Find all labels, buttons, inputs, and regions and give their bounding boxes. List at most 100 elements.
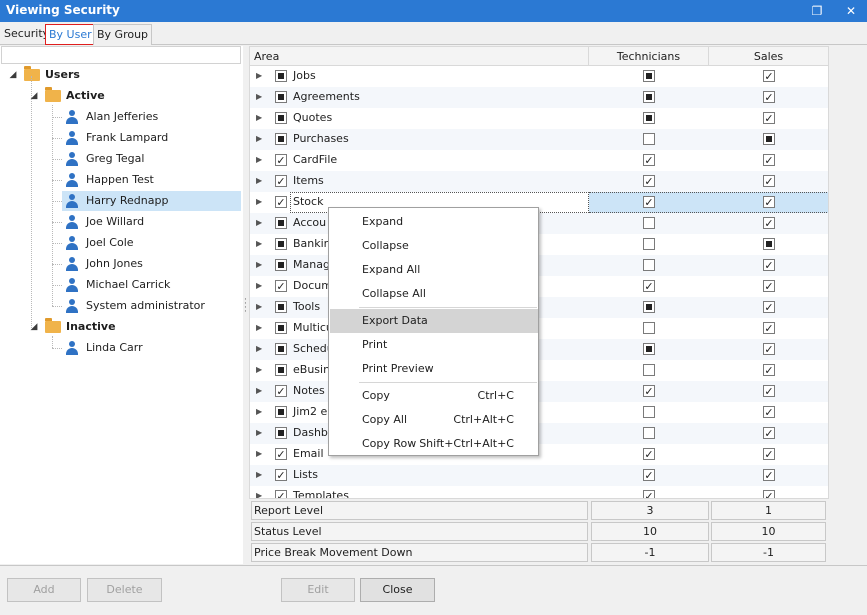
- tree-node-users[interactable]: ◢ Users: [0, 65, 243, 85]
- technicians-checkbox[interactable]: [643, 112, 655, 124]
- technicians-checkbox[interactable]: [643, 301, 655, 313]
- area-checkbox[interactable]: [275, 385, 287, 397]
- technicians-checkbox[interactable]: [643, 217, 655, 229]
- tree-node-user[interactable]: John Jones: [62, 254, 243, 274]
- menu-item-copy-row[interactable]: Copy Row Shift+Ctrl+Alt+C: [330, 432, 538, 456]
- menu-item-collapse-all[interactable]: Collapse All: [330, 282, 538, 306]
- collapse-triangle-icon[interactable]: ◢: [8, 65, 18, 85]
- area-checkbox[interactable]: [275, 322, 287, 334]
- area-checkbox[interactable]: [275, 343, 287, 355]
- expand-arrow-icon[interactable]: ▶: [256, 365, 262, 374]
- column-header-sales[interactable]: Sales: [709, 47, 828, 66]
- sales-checkbox[interactable]: [763, 133, 775, 145]
- sales-checkbox[interactable]: [763, 364, 775, 376]
- sales-checkbox[interactable]: [763, 259, 775, 271]
- close-icon[interactable]: ✕: [842, 2, 860, 20]
- technicians-checkbox[interactable]: [643, 280, 655, 292]
- sales-checkbox[interactable]: [763, 406, 775, 418]
- technicians-checkbox[interactable]: [643, 259, 655, 271]
- grid-row[interactable]: ▶ Jobs: [250, 66, 828, 87]
- area-checkbox[interactable]: [275, 427, 287, 439]
- expand-arrow-icon[interactable]: ▶: [256, 71, 262, 80]
- sales-checkbox[interactable]: [763, 154, 775, 166]
- area-checkbox[interactable]: [275, 280, 287, 292]
- technicians-level-value[interactable]: 3: [591, 501, 709, 520]
- expand-arrow-icon[interactable]: ▶: [256, 218, 262, 227]
- menu-item-copy-all[interactable]: Copy All Ctrl+Alt+C: [330, 408, 538, 432]
- area-checkbox[interactable]: [275, 469, 287, 481]
- expand-arrow-icon[interactable]: ▶: [256, 281, 262, 290]
- expand-arrow-icon[interactable]: ▶: [256, 113, 262, 122]
- area-checkbox[interactable]: [275, 259, 287, 271]
- technicians-checkbox[interactable]: [643, 490, 655, 498]
- technicians-checkbox[interactable]: [643, 385, 655, 397]
- sales-level-value[interactable]: -1: [711, 543, 826, 562]
- grid-row[interactable]: ▶ Items: [250, 171, 828, 192]
- sales-checkbox[interactable]: [763, 175, 775, 187]
- menu-item-print[interactable]: Print: [330, 333, 538, 357]
- menu-item-expand[interactable]: Expand: [330, 210, 538, 234]
- area-checkbox[interactable]: [275, 175, 287, 187]
- menu-item-print-preview[interactable]: Print Preview: [330, 357, 538, 381]
- technicians-checkbox[interactable]: [643, 427, 655, 439]
- sales-checkbox[interactable]: [763, 490, 775, 498]
- area-checkbox[interactable]: [275, 112, 287, 124]
- sales-checkbox[interactable]: [763, 91, 775, 103]
- edit-button[interactable]: Edit: [281, 578, 355, 602]
- sales-level-value[interactable]: 1: [711, 501, 826, 520]
- sales-checkbox[interactable]: [763, 196, 775, 208]
- area-checkbox[interactable]: [275, 364, 287, 376]
- technicians-checkbox[interactable]: [643, 238, 655, 250]
- grid-row[interactable]: ▶ Agreements: [250, 87, 828, 108]
- technicians-checkbox[interactable]: [643, 70, 655, 82]
- splitter-handle[interactable]: · · · ·: [244, 296, 247, 317]
- sales-checkbox[interactable]: [763, 448, 775, 460]
- tree-node-user[interactable]: Harry Rednapp: [62, 191, 241, 211]
- technicians-checkbox[interactable]: [643, 469, 655, 481]
- area-checkbox[interactable]: [275, 217, 287, 229]
- sales-checkbox[interactable]: [763, 112, 775, 124]
- area-checkbox[interactable]: [275, 406, 287, 418]
- technicians-level-value[interactable]: 10: [591, 522, 709, 541]
- expand-arrow-icon[interactable]: ▶: [256, 302, 262, 311]
- menu-item-copy[interactable]: Copy Ctrl+C: [330, 384, 538, 408]
- technicians-checkbox[interactable]: [643, 448, 655, 460]
- technicians-checkbox[interactable]: [643, 406, 655, 418]
- expand-arrow-icon[interactable]: ▶: [256, 176, 262, 185]
- expand-arrow-icon[interactable]: ▶: [256, 323, 262, 332]
- area-checkbox[interactable]: [275, 91, 287, 103]
- tree-node-user[interactable]: Joe Willard: [62, 212, 243, 232]
- area-checkbox[interactable]: [275, 238, 287, 250]
- tree-node-user[interactable]: Happen Test: [62, 170, 243, 190]
- area-checkbox[interactable]: [275, 301, 287, 313]
- sales-checkbox[interactable]: [763, 280, 775, 292]
- expand-arrow-icon[interactable]: ▶: [256, 197, 262, 206]
- sales-checkbox[interactable]: [763, 469, 775, 481]
- column-header-technicians[interactable]: Technicians: [589, 47, 709, 66]
- menu-item-expand-all[interactable]: Expand All: [330, 258, 538, 282]
- tree-node-user[interactable]: Greg Tegal: [62, 149, 243, 169]
- expand-arrow-icon[interactable]: ▶: [256, 470, 262, 479]
- technicians-checkbox[interactable]: [643, 133, 655, 145]
- technicians-checkbox[interactable]: [643, 154, 655, 166]
- area-checkbox[interactable]: [275, 448, 287, 460]
- area-checkbox[interactable]: [275, 70, 287, 82]
- tree-node-active[interactable]: ◢ Active: [0, 86, 243, 106]
- technicians-checkbox[interactable]: [643, 343, 655, 355]
- area-checkbox[interactable]: [275, 490, 287, 498]
- technicians-checkbox[interactable]: [643, 322, 655, 334]
- tree-node-inactive[interactable]: ◢ Inactive: [0, 317, 243, 337]
- grid-row[interactable]: ▶ Purchases: [250, 129, 828, 150]
- expand-arrow-icon[interactable]: ▶: [256, 449, 262, 458]
- expand-arrow-icon[interactable]: ▶: [256, 92, 262, 101]
- expand-arrow-icon[interactable]: ▶: [256, 386, 262, 395]
- restore-icon[interactable]: ❐: [808, 2, 826, 20]
- grid-row[interactable]: ▶ Quotes: [250, 108, 828, 129]
- technicians-checkbox[interactable]: [643, 175, 655, 187]
- technicians-checkbox[interactable]: [643, 91, 655, 103]
- sales-checkbox[interactable]: [763, 343, 775, 355]
- sales-checkbox[interactable]: [763, 238, 775, 250]
- area-checkbox[interactable]: [275, 154, 287, 166]
- expand-arrow-icon[interactable]: ▶: [256, 407, 262, 416]
- tree-node-user[interactable]: Michael Carrick: [62, 275, 243, 295]
